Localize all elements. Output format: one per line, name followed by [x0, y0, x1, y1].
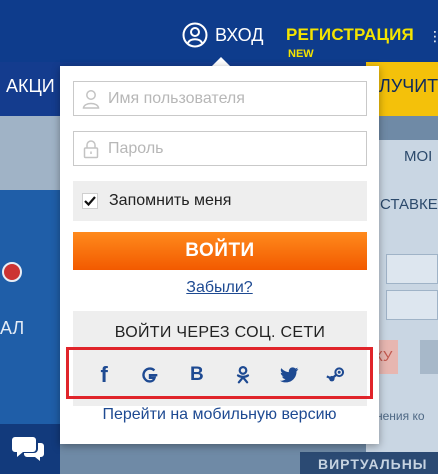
club-crest-icon — [2, 262, 22, 282]
chat-icon — [12, 437, 44, 461]
virtual-sports-label[interactable]: ВИРТУАЛЬНЫ — [318, 456, 428, 472]
login-link[interactable]: ВХОД — [182, 20, 263, 50]
facebook-icon[interactable]: f — [91, 362, 117, 388]
login-button[interactable]: ВОЙТИ — [73, 232, 367, 270]
facebook-letter: f — [100, 362, 108, 387]
left-promo-card — [0, 190, 60, 440]
right-tab-label[interactable]: МОІ — [404, 148, 432, 165]
left-sidebar-top — [0, 116, 60, 190]
twitter-icon[interactable] — [276, 362, 302, 388]
steam-icon[interactable] — [323, 362, 349, 388]
nav-item-promotions[interactable]: АКЦИ — [6, 76, 55, 97]
login-dropdown: Запомнить меня ВОЙТИ Забыли? ВОЙТИ ЧЕРЕЗ… — [60, 66, 379, 444]
vkontakte-icon[interactable]: B — [184, 362, 210, 388]
google-g-glyph — [142, 367, 158, 383]
remember-me-row[interactable]: Запомнить меня — [73, 181, 367, 221]
chat-button[interactable] — [0, 424, 60, 474]
username-input[interactable] — [108, 89, 348, 108]
right-input-2[interactable] — [386, 290, 438, 320]
google-icon[interactable] — [137, 362, 163, 388]
left-card-text: АЛ — [0, 318, 25, 338]
more-menu-icon[interactable]: ⋮ — [428, 28, 438, 45]
password-input[interactable] — [108, 139, 348, 158]
social-login-box: ВОЙТИ ЧЕРЕЗ СОЦ. СЕТИ f B — [73, 311, 367, 406]
odnoklassniki-icon[interactable] — [230, 362, 256, 388]
password-field[interactable] — [73, 131, 367, 166]
steam-glyph — [326, 367, 344, 382]
mobile-version-link[interactable]: Перейти на мобильную версию — [60, 406, 379, 424]
twitter-bird-glyph — [280, 367, 299, 383]
right-small-text: нения ко — [376, 409, 425, 423]
social-login-title: ВОЙТИ ЧЕРЕЗ СОЦ. СЕТИ — [114, 324, 326, 341]
login-label: ВХОД — [215, 24, 264, 45]
right-heading: СТАВКЕ — [380, 196, 438, 213]
social-icons-row: f B — [73, 353, 367, 397]
dropdown-arrow — [212, 57, 230, 66]
user-circle-icon — [182, 22, 208, 48]
lock-icon — [83, 139, 99, 158]
vk-letter: B — [189, 364, 204, 385]
forgot-password-link[interactable]: Забыли? — [186, 279, 252, 296]
remember-me-label: Запомнить меня — [109, 192, 232, 209]
right-secondary-button[interactable] — [420, 340, 438, 374]
ok-glyph — [236, 366, 250, 384]
user-icon — [82, 89, 100, 109]
register-link[interactable]: РЕГИСТРАЦИЯ — [286, 25, 414, 45]
new-badge: NEW — [288, 48, 314, 60]
remember-me-checkbox[interactable] — [82, 193, 98, 209]
username-field[interactable] — [73, 81, 367, 116]
forgot-password-row: Забыли? — [60, 279, 379, 297]
right-input-1[interactable] — [386, 254, 438, 284]
